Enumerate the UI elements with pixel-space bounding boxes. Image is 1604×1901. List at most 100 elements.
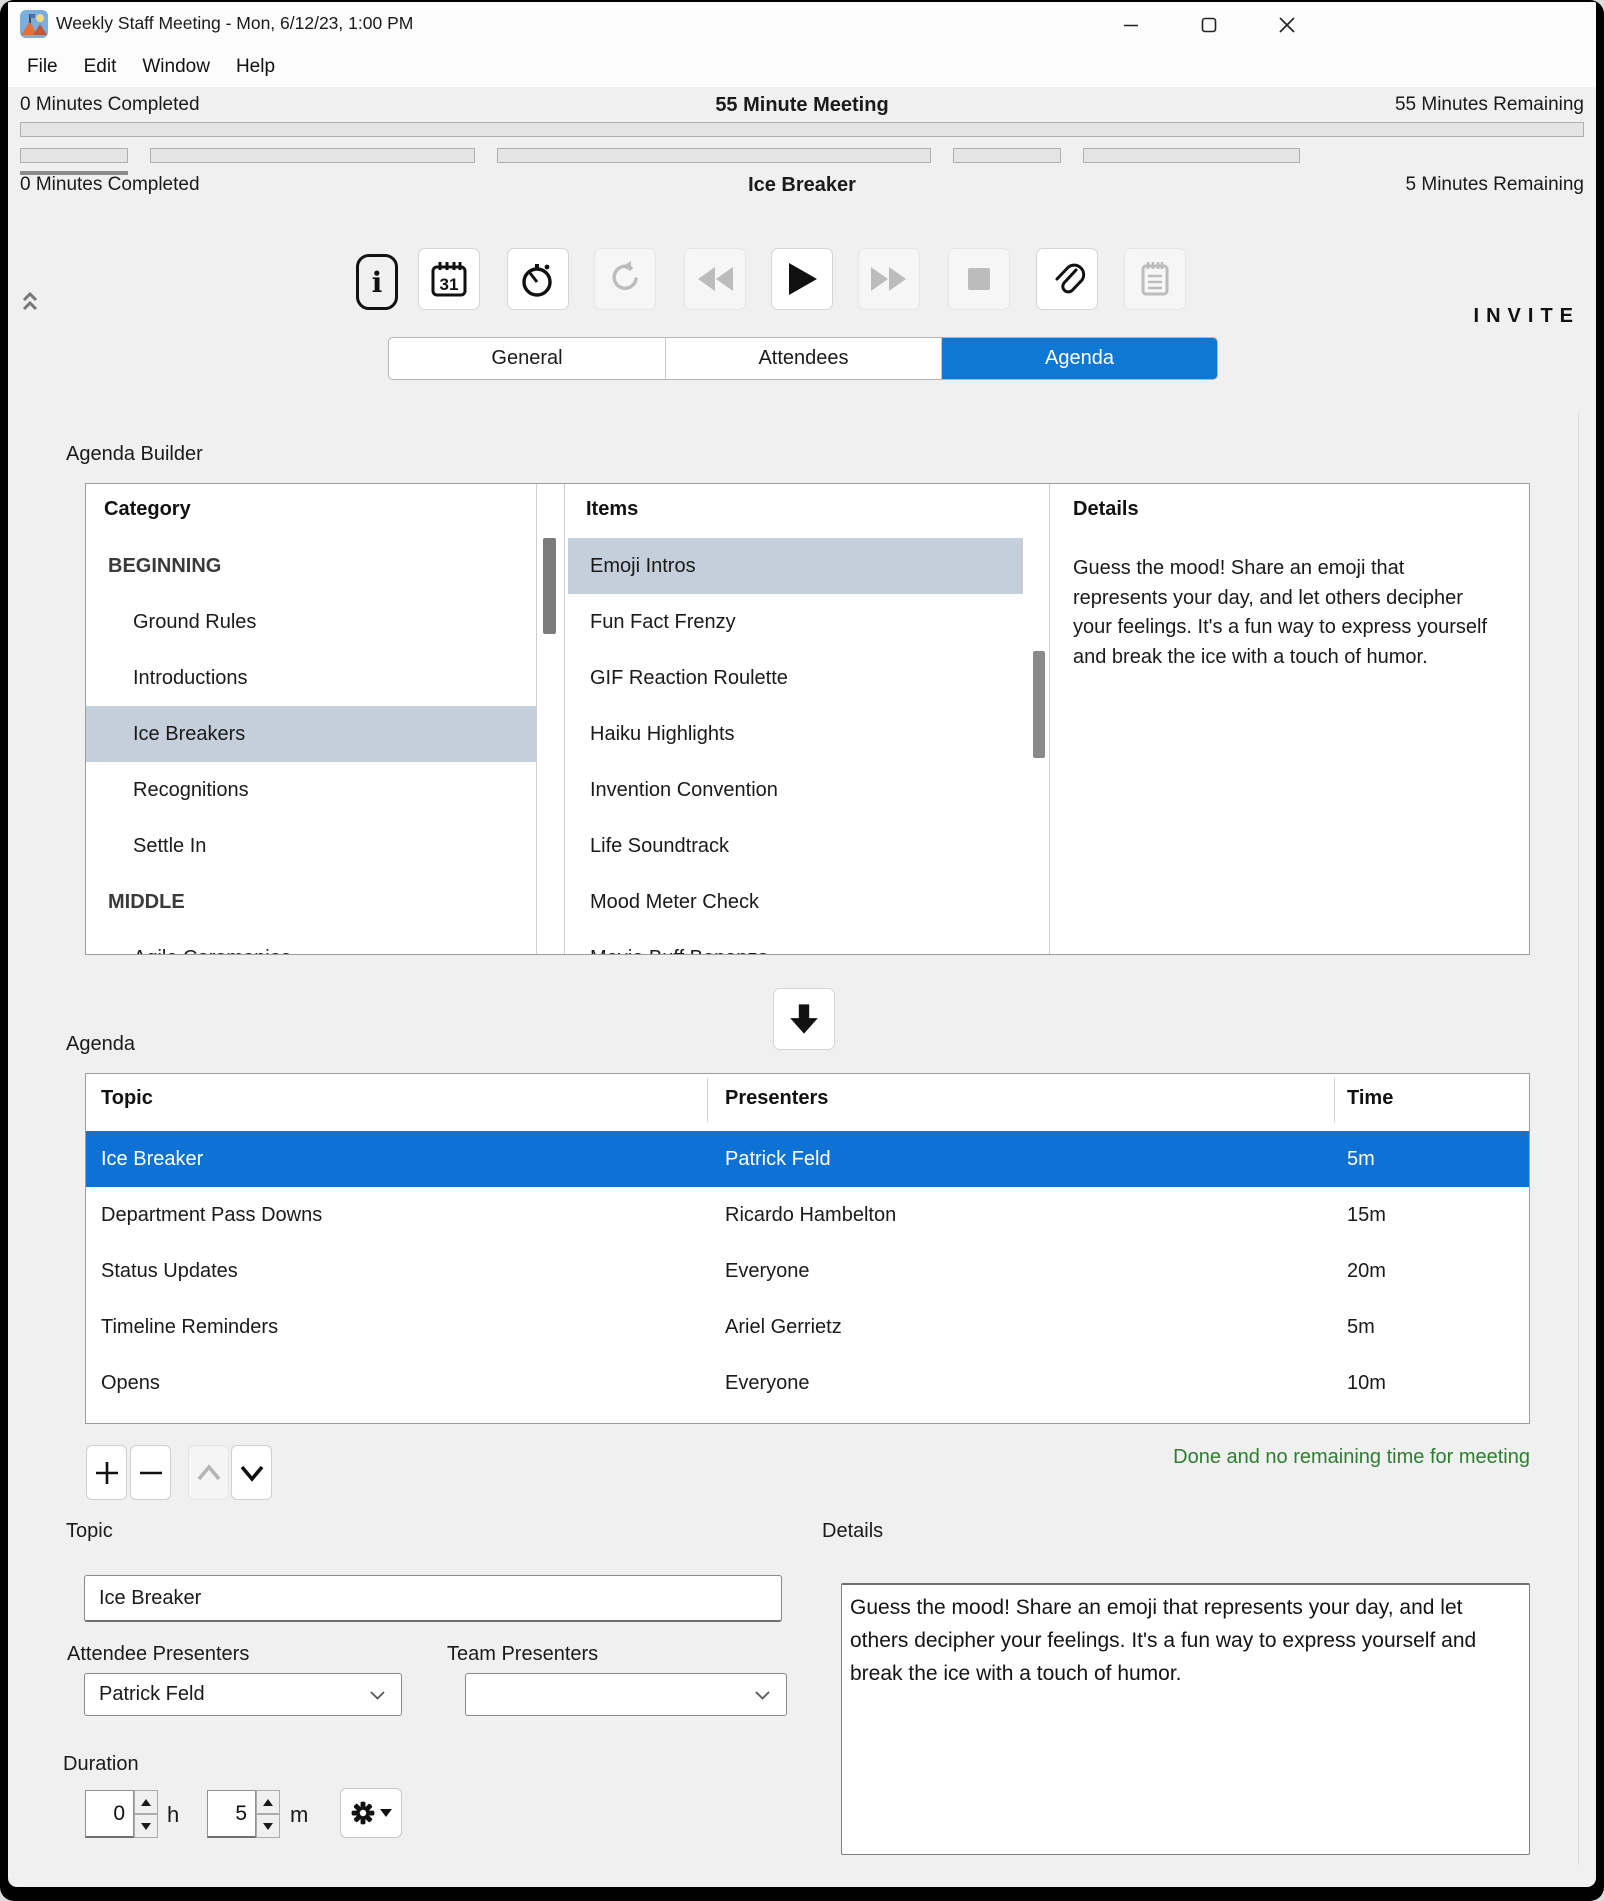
category-item[interactable]: Recognitions [86, 762, 536, 818]
category-scroll-track-border [536, 484, 537, 954]
category-group[interactable]: MIDDLE [86, 874, 536, 930]
menu-help[interactable]: Help [223, 56, 288, 78]
svg-text:31: 31 [440, 275, 459, 294]
hours-up-button[interactable] [134, 1790, 158, 1814]
up-arrow-icon [141, 1799, 151, 1806]
team-presenters-select[interactable] [465, 1673, 787, 1716]
category-items-divider [564, 484, 565, 954]
items-item[interactable]: Movie Buff Bonanza [568, 930, 1023, 955]
cell-topic: Department Pass Downs [101, 1187, 322, 1243]
move-up-button[interactable] [188, 1445, 229, 1500]
stop-icon [966, 266, 992, 292]
down-arrow-icon [141, 1823, 151, 1830]
tab-agenda[interactable]: Agenda [941, 338, 1217, 379]
reset-button[interactable] [594, 248, 656, 310]
agenda-row[interactable]: Status Updates Everyone 20m [86, 1243, 1529, 1299]
segment-bar-1 [20, 148, 128, 163]
add-row-button[interactable] [86, 1445, 127, 1500]
current-segment-label: Ice Breaker [8, 174, 1596, 197]
agenda-builder-title: Agenda Builder [66, 443, 203, 466]
cell-time: 5m [1347, 1131, 1375, 1187]
timer-button[interactable] [507, 248, 569, 310]
items-scrollbar-thumb[interactable] [1033, 651, 1045, 758]
menu-edit[interactable]: Edit [71, 56, 130, 78]
menu-window[interactable]: Window [129, 56, 223, 78]
minimize-button[interactable] [1109, 6, 1153, 43]
items-item[interactable]: Fun Fact Frenzy [568, 594, 1023, 650]
details-header: Details [1073, 498, 1139, 521]
tab-attendees[interactable]: Attendees [665, 338, 941, 379]
maximize-button[interactable] [1187, 6, 1231, 43]
category-item[interactable]: Ground Rules [86, 594, 536, 650]
segment-bar-4 [953, 148, 1061, 163]
calendar-button[interactable]: 31 [418, 248, 480, 310]
overall-remaining-label: 55 Minutes Remaining [1395, 94, 1584, 116]
add-to-agenda-button[interactable] [773, 988, 835, 1050]
hours-down-button[interactable] [134, 1814, 158, 1838]
move-down-button[interactable] [231, 1445, 272, 1500]
minutes-unit-label: m [290, 1802, 308, 1828]
gear-icon [350, 1800, 376, 1826]
topic-label: Topic [66, 1520, 113, 1543]
category-item[interactable]: Introductions [86, 650, 536, 706]
chevron-down-icon [370, 1691, 385, 1700]
agenda-row[interactable]: Timeline Reminders Ariel Gerrietz 5m [86, 1299, 1529, 1355]
notepad-icon [1134, 258, 1176, 300]
topic-input[interactable] [84, 1575, 782, 1622]
category-item[interactable]: Settle In [86, 818, 536, 874]
column-header-time: Time [1347, 1087, 1393, 1110]
info-button[interactable]: i [356, 254, 398, 310]
items-item[interactable]: Haiku Highlights [568, 706, 1023, 762]
duration-options-button[interactable] [340, 1788, 402, 1838]
meeting-length-label: 55 Minute Meeting [8, 94, 1596, 117]
cell-presenters: Everyone [725, 1355, 810, 1411]
rewind-button[interactable] [684, 248, 746, 310]
tab-general[interactable]: General [389, 338, 665, 379]
close-button[interactable] [1265, 6, 1309, 43]
rewind-icon [695, 264, 735, 294]
invite-button[interactable]: INVITE [1474, 305, 1580, 328]
items-item[interactable]: Mood Meter Check [568, 874, 1023, 930]
attendee-presenters-select[interactable]: Patrick Feld [84, 1673, 402, 1716]
category-group[interactable]: BEGINNING [86, 538, 536, 594]
content-divider [1578, 413, 1579, 1865]
cell-time: 20m [1347, 1243, 1386, 1299]
items-item-selected[interactable]: Emoji Intros [568, 538, 1023, 594]
cell-time: 10m [1347, 1355, 1386, 1411]
minutes-up-button[interactable] [256, 1790, 280, 1814]
category-item-selected[interactable]: Ice Breakers [86, 706, 536, 762]
notes-button[interactable] [1124, 248, 1186, 310]
header-separator [707, 1078, 708, 1122]
paperclip-icon [1046, 258, 1088, 300]
items-item[interactable]: Life Soundtrack [568, 818, 1023, 874]
stop-button[interactable] [948, 248, 1010, 310]
details-textarea[interactable] [841, 1583, 1530, 1855]
category-item[interactable]: Agile Ceremonies [86, 930, 536, 955]
stopwatch-icon [517, 258, 559, 300]
down-arrow-icon [263, 1823, 273, 1830]
overall-progress-bar [20, 122, 1584, 137]
category-scrollbar-thumb[interactable] [543, 538, 556, 634]
fast-forward-button[interactable] [858, 248, 920, 310]
remove-row-button[interactable] [130, 1445, 171, 1500]
collapse-panel-button[interactable] [20, 290, 40, 319]
agenda-row[interactable]: Opens Everyone 10m [86, 1355, 1529, 1411]
plus-icon [94, 1460, 120, 1486]
minutes-down-button[interactable] [256, 1814, 280, 1838]
attach-button[interactable] [1036, 248, 1098, 310]
calendar-icon: 31 [428, 258, 470, 300]
agenda-row-selected[interactable]: Ice Breaker Patrick Feld 5m [86, 1131, 1529, 1187]
chevron-up-icon [196, 1463, 222, 1483]
menu-file[interactable]: File [14, 56, 71, 78]
cell-presenters: Everyone [725, 1243, 810, 1299]
duration-label: Duration [63, 1753, 139, 1776]
items-item[interactable]: GIF Reaction Roulette [568, 650, 1023, 706]
play-button[interactable] [771, 248, 833, 310]
meeting-time-status: Done and no remaining time for meeting [1173, 1446, 1530, 1469]
agenda-row[interactable]: Department Pass Downs Ricardo Hambelton … [86, 1187, 1529, 1243]
items-item[interactable]: Invention Convention [568, 762, 1023, 818]
segment-bar-3 [497, 148, 931, 163]
duration-hours-input[interactable] [85, 1790, 134, 1838]
duration-minutes-input[interactable] [207, 1790, 256, 1838]
app-icon [20, 10, 48, 38]
